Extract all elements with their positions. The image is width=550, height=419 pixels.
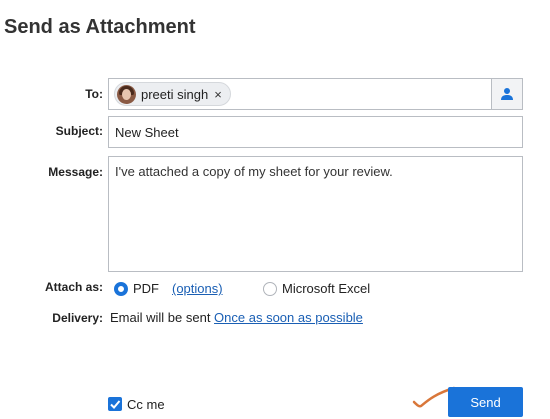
pdf-option-label: PDF — [133, 281, 159, 296]
remove-recipient-icon[interactable]: × — [214, 87, 222, 102]
contacts-button[interactable] — [491, 79, 522, 109]
excel-option-label: Microsoft Excel — [282, 281, 371, 296]
message-textarea[interactable]: I've attached a copy of my sheet for you… — [108, 156, 523, 272]
attach-as-label: Attach as: — [44, 280, 103, 294]
delivery-info: Email will be sent Once as soon as possi… — [110, 310, 363, 325]
delivery-label: Delivery: — [52, 311, 103, 325]
to-field[interactable]: preeti singh × — [108, 78, 523, 110]
recipient-name: preeti singh — [141, 86, 209, 102]
avatar — [117, 84, 136, 104]
message-label: Message: — [48, 165, 103, 179]
person-icon — [501, 88, 513, 100]
send-button[interactable]: Send — [448, 387, 523, 417]
delivery-schedule-link[interactable]: Once as soon as possible — [214, 310, 363, 325]
pdf-options-link[interactable]: (options) — [172, 281, 223, 296]
recipient-chip[interactable]: preeti singh × — [114, 82, 231, 106]
subject-input[interactable] — [108, 116, 523, 148]
delivery-text: Email will be sent — [110, 310, 215, 325]
cc-me-label: Cc me — [127, 397, 165, 412]
subject-label: Subject: — [55, 124, 103, 138]
pdf-radio[interactable] — [114, 282, 128, 296]
excel-radio[interactable] — [263, 282, 277, 296]
dialog-title: Send as Attachment — [4, 16, 196, 38]
cc-me-checkbox[interactable] — [108, 397, 122, 411]
to-label: To: — [85, 87, 103, 101]
checkmark-icon — [110, 400, 121, 409]
